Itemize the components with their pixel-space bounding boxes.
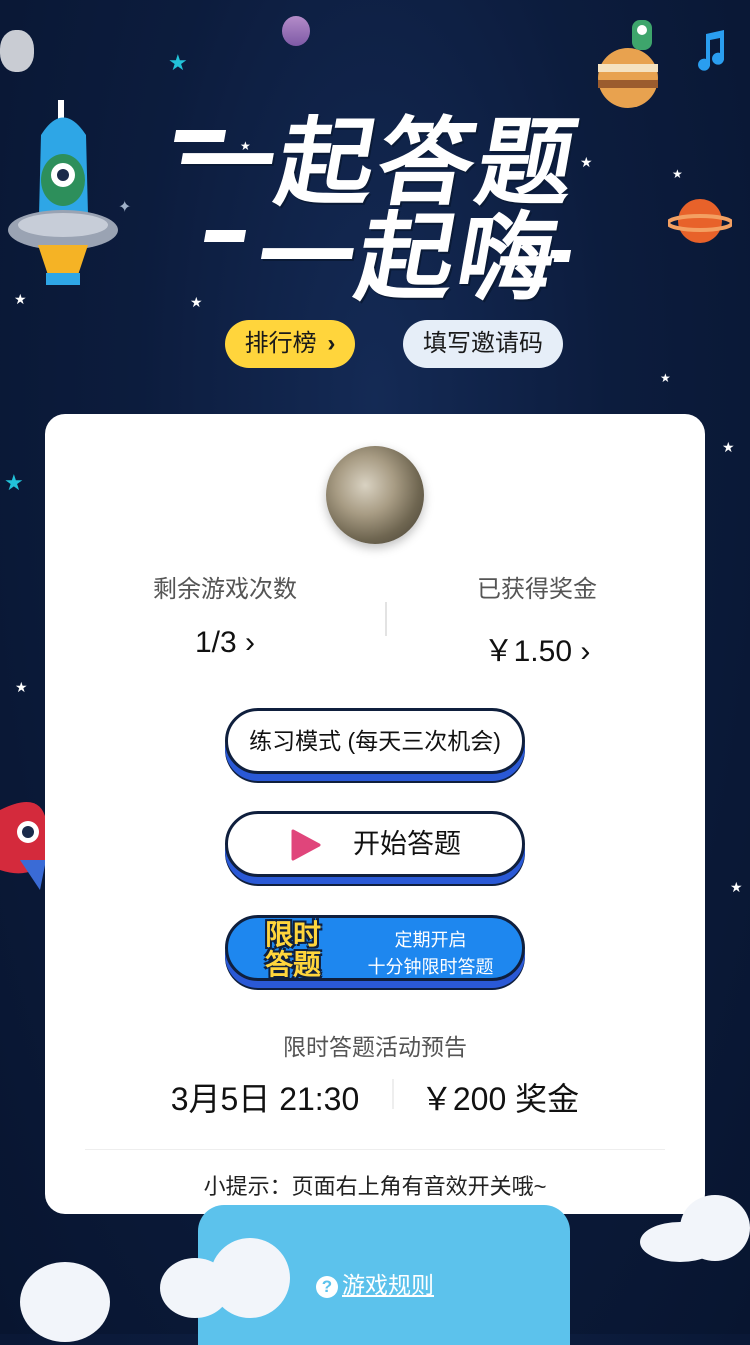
rocket-icon bbox=[8, 100, 118, 285]
game-rules-link[interactable]: ? 游戏规则 bbox=[316, 1266, 434, 1300]
earned-bonus-label: 已获得奖金 bbox=[477, 576, 597, 603]
leaderboard-button-label: 排行榜 bbox=[244, 330, 317, 357]
preview-prize: ￥200 奖金 bbox=[420, 1081, 580, 1117]
invite-code-button[interactable]: 填写邀请码 bbox=[403, 320, 563, 368]
cloud-decoration bbox=[20, 1262, 110, 1342]
music-note-icon[interactable] bbox=[694, 30, 728, 72]
play-icon bbox=[291, 829, 321, 861]
star-icon: ★ bbox=[4, 470, 24, 495]
avatar bbox=[326, 446, 424, 544]
cloud-decoration bbox=[210, 1238, 290, 1318]
sound-tip: 小提示：页面右上角有音效开关哦~ bbox=[203, 1174, 547, 1199]
planet-icon bbox=[598, 20, 658, 108]
planet-icon bbox=[668, 199, 732, 243]
star-icon: ★ bbox=[15, 679, 28, 695]
star-icon: ★ bbox=[660, 371, 671, 385]
question-circle-icon: ? bbox=[316, 1276, 338, 1298]
chevron-right-icon: › bbox=[327, 330, 336, 357]
timed-quiz-line2: 十分钟限时答题 bbox=[367, 957, 494, 977]
timed-quiz-badge: 限时 答题 bbox=[258, 920, 328, 980]
rocket-icon bbox=[0, 802, 46, 890]
remaining-plays-value: 1/3 bbox=[194, 626, 237, 659]
star-icon: ★ bbox=[168, 50, 188, 75]
preview-divider bbox=[392, 1079, 394, 1109]
start-quiz-button[interactable]: 开始答题 bbox=[225, 811, 525, 877]
start-quiz-label: 开始答题 bbox=[353, 829, 461, 859]
page-title-line2: 一起嗨 bbox=[248, 202, 569, 314]
star-icon: ★ bbox=[672, 167, 683, 181]
tip-divider bbox=[85, 1149, 665, 1150]
earned-bonus-value: ￥1.50 bbox=[483, 635, 573, 668]
timed-quiz-button[interactable]: 限时 答题 定期开启 十分钟限时答题 bbox=[225, 915, 525, 981]
asteroid-icon bbox=[0, 30, 34, 72]
game-card: 剩余游戏次数 已获得奖金 1/3 › ￥1.50 › 练习模式 (每天三次机会)… bbox=[45, 414, 705, 1214]
preview-date: 3月5日 21:30 bbox=[170, 1081, 360, 1117]
star-icon: ★ bbox=[722, 439, 735, 455]
chevron-right-icon: › bbox=[580, 635, 591, 668]
game-rules-label: 游戏规则 bbox=[342, 1272, 434, 1298]
remaining-plays-label: 剩余游戏次数 bbox=[153, 576, 297, 603]
leaderboard-button[interactable]: 排行榜 › bbox=[225, 320, 355, 368]
chevron-right-icon: › bbox=[245, 626, 256, 659]
timed-badge-line2: 答题 bbox=[264, 949, 321, 980]
earned-bonus[interactable]: ￥1.50 › bbox=[372, 626, 702, 670]
cloud-decoration bbox=[680, 1195, 750, 1261]
practice-mode-button[interactable]: 练习模式 (每天三次机会) bbox=[225, 708, 525, 774]
star-icon: ★ bbox=[730, 879, 743, 895]
timed-badge-line1: 限时 bbox=[264, 919, 321, 950]
planet-icon bbox=[282, 16, 310, 46]
timed-quiz-line1: 定期开启 bbox=[394, 930, 467, 950]
preview-title: 限时答题活动预告 bbox=[283, 1034, 467, 1060]
remaining-plays[interactable]: 1/3 › bbox=[60, 626, 390, 660]
